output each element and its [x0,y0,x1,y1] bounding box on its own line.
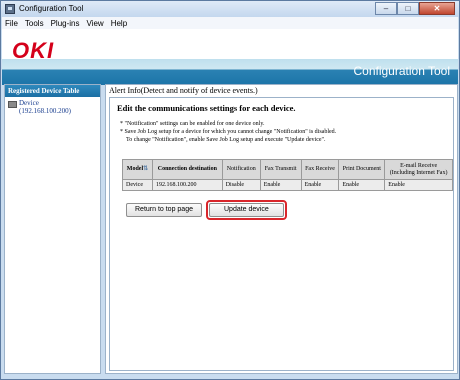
header-notification: Notification [221,159,261,180]
return-to-top-button[interactable]: Return to top page [126,203,202,217]
close-button[interactable]: ✕ [419,2,455,15]
header-fax-transmit: Fax Transmit [259,159,302,180]
table-row: Device 192.168.100.200 Disable Enable En… [122,179,453,191]
app-icon [5,4,15,14]
menu-help[interactable]: Help [111,19,127,28]
header-email-receive: E-mail Receive (Including Internet Fax) [384,159,453,180]
banner-title: Configuration Tool [353,64,450,78]
main-panel: Alert Info(Detect and notify of device e… [105,84,458,374]
email-receive-label: E-mail Receive [400,162,438,169]
sort-icon[interactable]: ⇅ [143,166,148,173]
window-controls: – □ ✕ [375,2,455,15]
header-banner: OKI Configuration Tool [2,29,458,85]
title-bar: Configuration Tool – □ ✕ [1,1,459,17]
header-print-document: Print Document [338,159,386,180]
cell-connection: 192.168.100.200 [151,179,223,191]
action-buttons: Return to top page Update device [126,200,287,220]
printer-icon [8,101,17,108]
page-title: Alert Info(Detect and notify of device e… [109,86,258,95]
note-3: To change "Notification", enable Save Jo… [126,137,326,143]
cell-email-receive[interactable]: Enable [384,179,453,191]
status-bar [2,374,458,379]
note-2: * Save Job Log setup for a device for wh… [120,129,337,135]
settings-table: Model⇅ Connection destination Notificati… [122,159,453,191]
app-window: Configuration Tool – □ ✕ File Tools Plug… [0,0,460,380]
header-fax-receive: Fax Receive [300,159,340,180]
content-area: Edit the communications settings for eac… [109,97,454,371]
cell-fax-receive[interactable]: Enable [300,179,340,191]
sidebar-device-item[interactable]: Device (192.168.100.200) [8,99,71,115]
table-header-row: Model⇅ Connection destination Notificati… [122,159,453,180]
cell-notification[interactable]: Disable [221,179,261,191]
menu-file[interactable]: File [5,19,18,28]
device-sidebar: Registered Device Table Device (192.168.… [4,84,101,374]
window-title: Configuration Tool [19,4,84,13]
device-name: Device [19,99,39,107]
notes: * "Notification" settings can be enabled… [120,120,336,144]
header-model[interactable]: Model⇅ [122,159,153,180]
minimize-button[interactable]: – [375,2,397,15]
menu-view[interactable]: View [86,19,103,28]
cell-fax-transmit[interactable]: Enable [259,179,302,191]
email-receive-sublabel: (Including Internet Fax) [389,169,448,176]
highlight-box: Update device [206,200,287,220]
header-connection: Connection destination [151,159,223,180]
cell-model: Device [122,179,153,191]
sidebar-header: Registered Device Table [5,85,100,97]
cell-print-document[interactable]: Enable [338,179,386,191]
maximize-button[interactable]: □ [397,2,419,15]
section-heading: Edit the communications settings for eac… [117,103,296,113]
menu-bar: File Tools Plug-ins View Help [2,17,458,29]
update-device-button[interactable]: Update device [209,203,284,217]
menu-tools[interactable]: Tools [25,19,44,28]
note-1: * "Notification" settings can be enabled… [120,121,265,127]
menu-plugins[interactable]: Plug-ins [51,19,80,28]
device-address: (192.168.100.200) [19,107,71,115]
